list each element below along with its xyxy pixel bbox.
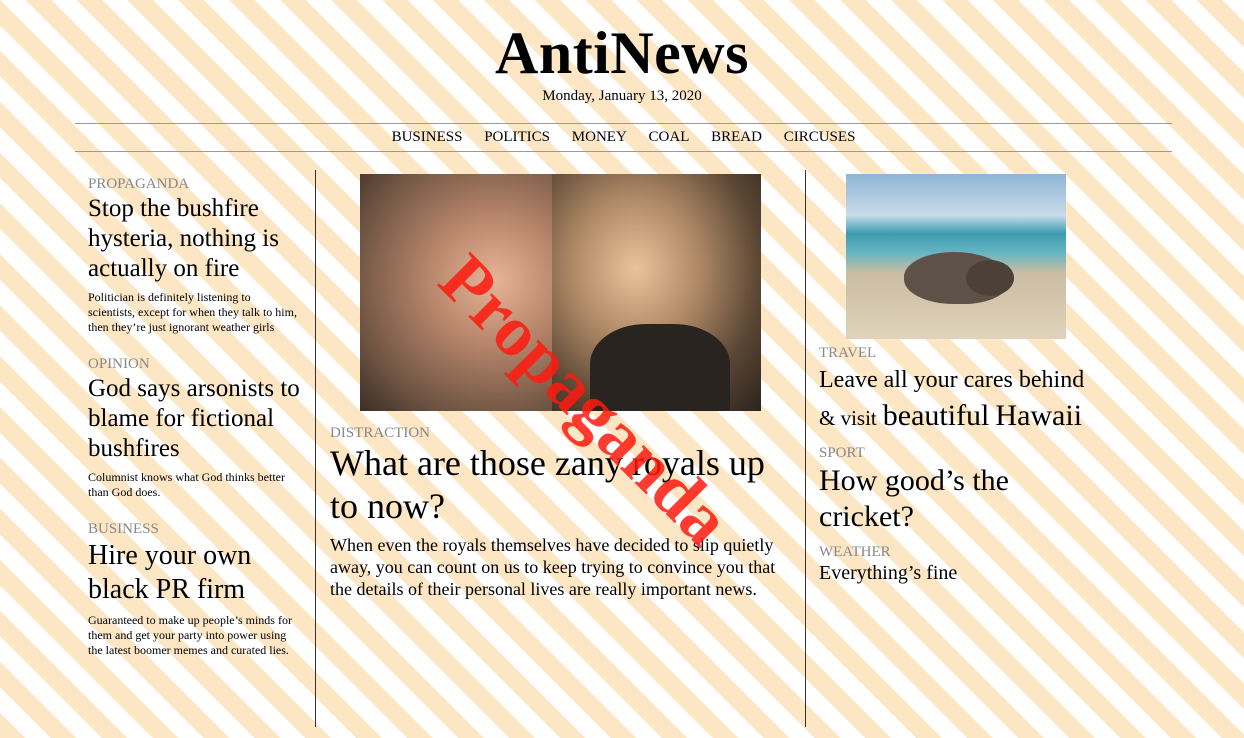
story-blurb: Guaranteed to make up people’s minds for… (88, 613, 292, 657)
travel-headline[interactable]: Leave all your cares behind & visit beau… (819, 362, 1094, 436)
travel-text-3: beautiful (882, 399, 990, 432)
section-label[interactable]: SPORT (819, 444, 1094, 462)
story-propaganda: PROPAGANDA Stop the bushfire hysteria, n… (88, 175, 300, 335)
section-label[interactable]: PROPAGANDA (88, 175, 300, 193)
masthead: AntiNews Monday, January 13, 2020 (0, 18, 1244, 105)
section-label[interactable]: BUSINESS (88, 520, 300, 538)
nav-bar: BUSINESS POLITICS MONEY COAL BREAD CIRCU… (75, 123, 1172, 152)
section-label[interactable]: WEATHER (819, 543, 1094, 561)
seal-photo[interactable] (846, 174, 1066, 339)
nav-bread[interactable]: BREAD (702, 124, 771, 150)
sport-headline[interactable]: How good’s the cricket? (819, 463, 1094, 535)
story-blurb: Politician is definitely listening to sc… (88, 290, 297, 334)
travel-text-4: Hawaii (995, 399, 1083, 432)
nav-business[interactable]: BUSINESS (383, 124, 472, 150)
main-body: When even the royals themselves have dec… (330, 535, 776, 599)
royals-photo[interactable] (360, 174, 761, 411)
travel-text-2: & visit (819, 406, 877, 430)
section-label[interactable]: DISTRACTION (330, 424, 795, 442)
main-headline[interactable]: What are those zany royals up to now? (330, 442, 795, 528)
travel-text-1: Leave all your cares behind (819, 367, 1085, 393)
headline-link[interactable]: Hire your own black PR firm (88, 539, 300, 607)
nav-circuses[interactable]: CIRCUSES (775, 124, 865, 150)
column-divider (805, 170, 806, 727)
main-column: DISTRACTION What are those zany royals u… (330, 174, 795, 600)
section-label[interactable]: OPINION (88, 355, 300, 373)
story-blurb: Columnist knows what God thinks better t… (88, 470, 285, 499)
photo-left-panel (360, 174, 552, 411)
left-column: PROPAGANDA Stop the bushfire hysteria, n… (88, 175, 300, 678)
headline-link[interactable]: God says arsonists to blame for fictiona… (88, 374, 300, 464)
weather-headline[interactable]: Everything’s fine (819, 561, 1094, 585)
story-opinion: OPINION God says arsonists to blame for … (88, 355, 300, 500)
column-divider (315, 170, 316, 727)
nav-politics[interactable]: POLITICS (475, 124, 559, 150)
nav-coal[interactable]: COAL (640, 124, 699, 150)
story-business: BUSINESS Hire your own black PR firm Gua… (88, 520, 300, 658)
photo-suit (590, 324, 730, 411)
section-label[interactable]: TRAVEL (819, 344, 1094, 362)
nav-money[interactable]: MONEY (563, 124, 636, 150)
site-logo[interactable]: AntiNews (0, 18, 1244, 88)
seal-head (966, 260, 1014, 296)
headline-link[interactable]: Stop the bushfire hysteria, nothing is a… (88, 194, 300, 284)
date-line: Monday, January 13, 2020 (542, 88, 702, 104)
right-column: TRAVEL Leave all your cares behind & vis… (819, 174, 1094, 585)
